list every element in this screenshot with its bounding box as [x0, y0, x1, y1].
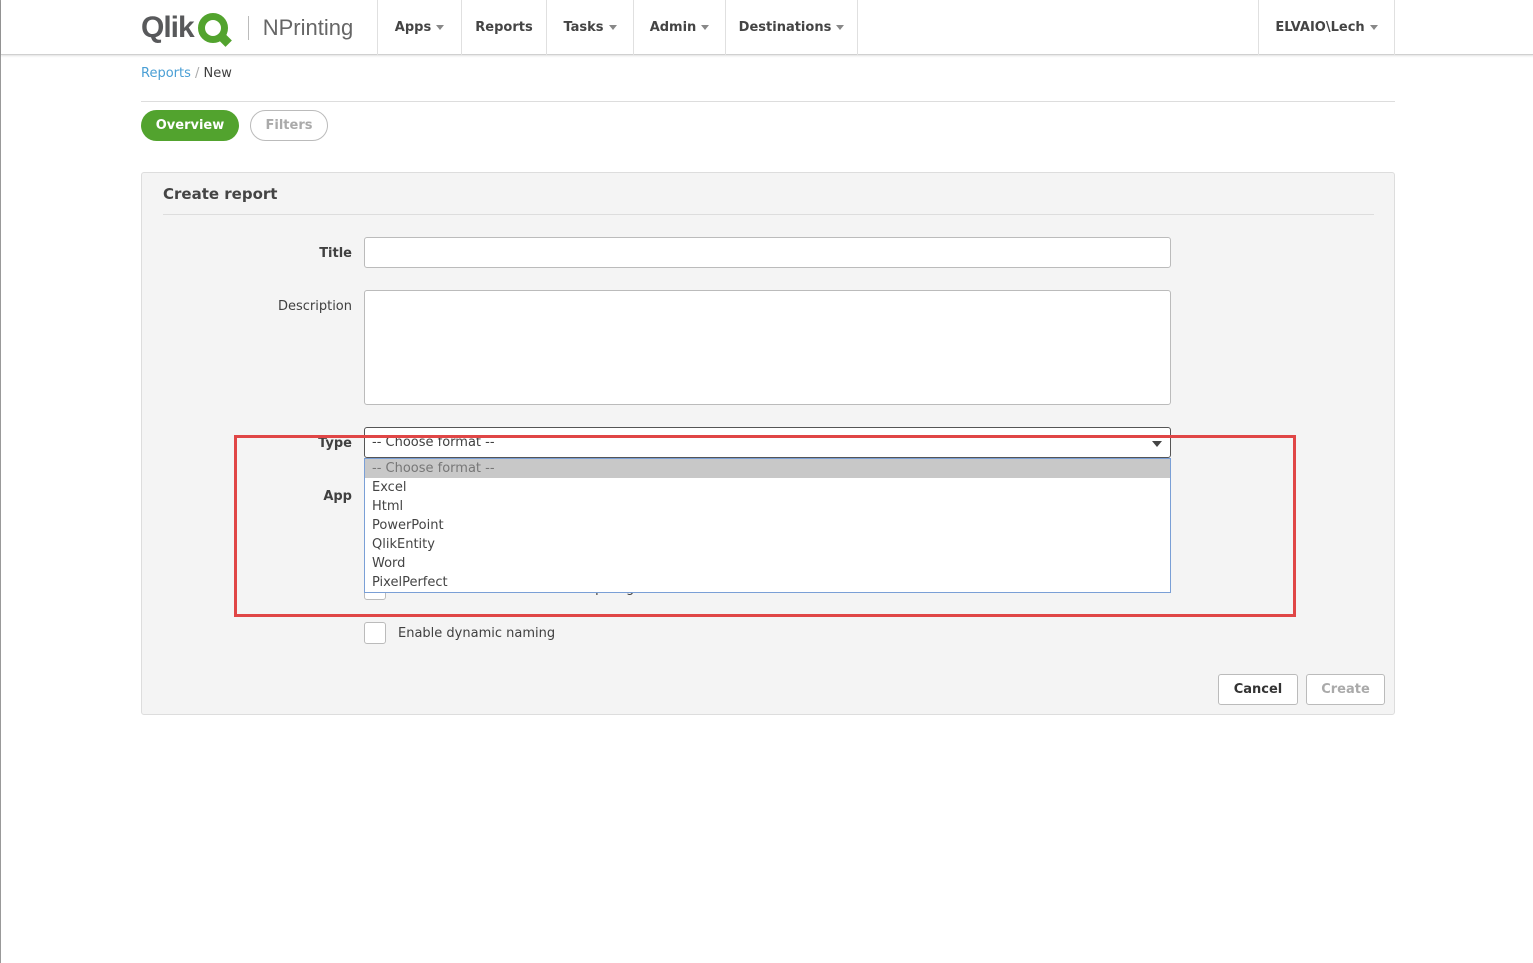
nav-label: Apps — [394, 20, 432, 35]
nav-destinations[interactable]: Destinations — [725, 0, 858, 55]
nav-label: Destinations — [738, 20, 832, 35]
title-input[interactable] — [364, 237, 1171, 268]
breadcrumb-current: New — [203, 66, 232, 81]
breadcrumb-reports[interactable]: Reports — [141, 66, 191, 81]
breadcrumb: Reports / New — [141, 66, 232, 81]
user-menu[interactable]: ELVAIO\Lech — [1258, 0, 1395, 55]
nav-tasks[interactable]: Tasks — [546, 0, 633, 55]
qlik-q-icon — [197, 13, 228, 43]
caret-down-icon — [836, 25, 845, 30]
description-label: Description — [277, 299, 352, 314]
dynamic-naming-label: Enable dynamic naming — [398, 626, 556, 641]
qlik-nprinting-logo[interactable]: Qlik NPrinting — [141, 10, 353, 46]
tab-filters[interactable]: Filters — [250, 110, 328, 141]
panel-title: Create report — [163, 185, 278, 203]
brand: Qlik — [141, 11, 195, 44]
user-name: ELVAIO\Lech — [1275, 20, 1365, 35]
nav-label: Admin — [649, 20, 697, 35]
nav-reports[interactable]: Reports — [461, 0, 546, 55]
caret-down-icon — [701, 25, 710, 30]
top-navbar: Qlik NPrinting Apps Reports Tasks Admin … — [1, 0, 1533, 55]
product-name: NPrinting — [262, 15, 354, 40]
caret-down-icon — [436, 25, 445, 30]
divider — [141, 101, 1395, 102]
highlight-box — [234, 435, 1296, 617]
tab-overview[interactable]: Overview — [141, 110, 239, 141]
nav-admin[interactable]: Admin — [633, 0, 725, 55]
breadcrumb-separator: / — [195, 66, 200, 81]
description-textarea[interactable] — [364, 290, 1171, 405]
title-label: Title — [319, 246, 352, 261]
create-button[interactable]: Create — [1306, 674, 1385, 705]
nav-label: Reports — [475, 20, 533, 35]
dynamic-naming-checkbox[interactable] — [364, 622, 386, 644]
nav-label: Tasks — [563, 20, 604, 35]
nav-apps[interactable]: Apps — [377, 0, 461, 55]
caret-down-icon — [608, 25, 617, 30]
cancel-button[interactable]: Cancel — [1218, 674, 1298, 705]
caret-down-icon — [1369, 25, 1378, 30]
